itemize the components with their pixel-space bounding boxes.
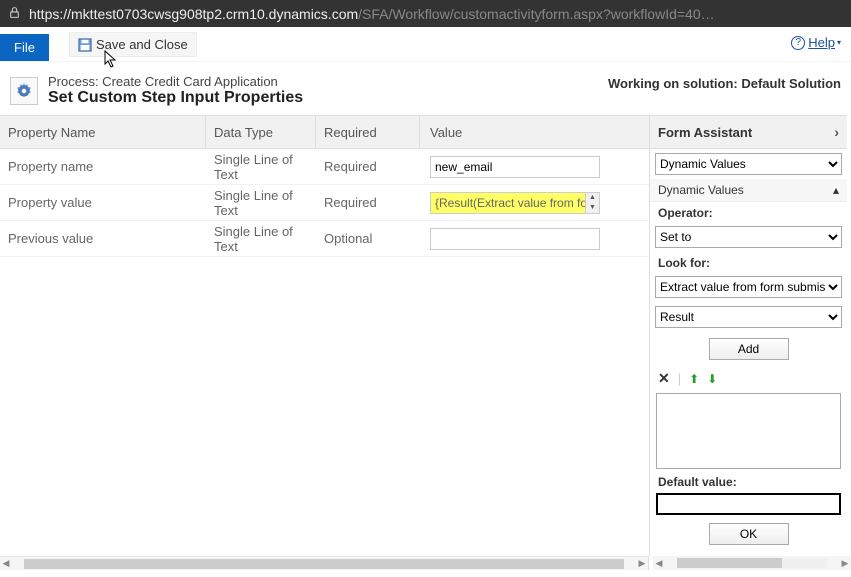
- save-icon: [78, 38, 92, 52]
- collapse-up-icon: ▴: [833, 183, 839, 197]
- grid-row: Previous value Single Line of Text Optio…: [0, 221, 649, 257]
- col-header-value[interactable]: Value: [420, 116, 649, 148]
- command-bar: File Save and Close ? Help ▾: [0, 27, 851, 62]
- help-label: Help: [808, 35, 835, 50]
- ok-button[interactable]: OK: [709, 523, 789, 545]
- default-value-label: Default value:: [650, 471, 847, 491]
- properties-grid: Property Name Data Type Required Value P…: [0, 115, 649, 556]
- process-name: Process: Create Credit Card Application: [48, 74, 303, 89]
- url-text: https://mkttest0703cwsg908tp2.crm10.dyna…: [29, 6, 715, 22]
- dynamic-values-type-select[interactable]: Dynamic Values: [655, 153, 842, 175]
- col-header-data-type[interactable]: Data Type: [206, 116, 316, 148]
- scroll-left-icon[interactable]: ◀: [653, 558, 665, 569]
- values-list-textarea[interactable]: [656, 393, 841, 469]
- cell-required: Required: [316, 185, 420, 220]
- value-input-property-name[interactable]: [430, 156, 600, 178]
- cell-required: Required: [316, 149, 420, 184]
- delete-icon[interactable]: ✕: [658, 370, 670, 387]
- add-button[interactable]: Add: [709, 338, 789, 360]
- separator: |: [678, 371, 681, 386]
- default-value-input[interactable]: [656, 493, 841, 515]
- help-icon: ?: [791, 36, 805, 50]
- look-for-field-select[interactable]: Result: [655, 306, 842, 328]
- form-assistant-pane: Form Assistant › Dynamic Values Dynamic …: [649, 115, 847, 556]
- scroll-right-icon[interactable]: ▶: [839, 558, 851, 569]
- value-list-toolbar: ✕ | ⬆ ⬇: [650, 366, 847, 391]
- grid-row: Property value Single Line of Text Requi…: [0, 185, 649, 221]
- help-link[interactable]: ? Help ▾: [791, 35, 841, 50]
- solution-label: Working on solution: Default Solution: [608, 76, 841, 91]
- form-assistant-header[interactable]: Form Assistant ›: [650, 115, 847, 149]
- chevron-down-icon[interactable]: ▼: [586, 203, 599, 213]
- look-for-label: Look for:: [650, 252, 847, 272]
- cell-property-name: Property name: [0, 149, 206, 184]
- cell-data-type: Single Line of Text: [206, 149, 316, 184]
- cell-required: Optional: [316, 221, 420, 256]
- save-and-close-button[interactable]: Save and Close: [69, 32, 197, 57]
- operator-label: Operator:: [650, 202, 847, 222]
- cell-data-type: Single Line of Text: [206, 221, 316, 256]
- scroll-left-icon[interactable]: ◀: [0, 558, 12, 569]
- value-input-previous-value[interactable]: [430, 228, 600, 250]
- scroll-right-icon[interactable]: ▶: [636, 558, 648, 569]
- lock-icon: [8, 6, 21, 22]
- page-title: Set Custom Step Input Properties: [48, 89, 303, 107]
- value-text: {Result(Extract value from form: [431, 193, 585, 213]
- spinner-arrows[interactable]: ▲▼: [585, 193, 599, 213]
- chevron-right-icon: ›: [834, 124, 839, 140]
- process-gear-icon: [10, 77, 38, 105]
- dynamic-values-label: Dynamic Values: [658, 183, 744, 197]
- move-down-icon[interactable]: ⬇: [707, 372, 717, 386]
- cell-data-type: Single Line of Text: [206, 185, 316, 220]
- page-header: Process: Create Credit Card Application …: [0, 62, 851, 115]
- grid-row: Property name Single Line of Text Requir…: [0, 149, 649, 185]
- left-horizontal-scrollbar[interactable]: ◀ ▶: [0, 556, 649, 570]
- save-and-close-label: Save and Close: [96, 37, 188, 52]
- value-input-property-value[interactable]: {Result(Extract value from form ▲▼: [430, 192, 600, 214]
- move-up-icon[interactable]: ⬆: [689, 372, 699, 386]
- cell-property-name: Property value: [0, 185, 206, 220]
- form-assistant-title: Form Assistant: [658, 125, 752, 140]
- file-menu-button[interactable]: File: [0, 34, 49, 61]
- chevron-down-icon: ▾: [837, 38, 841, 47]
- cell-property-name: Previous value: [0, 221, 206, 256]
- chevron-up-icon[interactable]: ▲: [586, 193, 599, 203]
- operator-select[interactable]: Set to: [655, 226, 842, 248]
- grid-header-row: Property Name Data Type Required Value: [0, 115, 649, 149]
- look-for-entity-select[interactable]: Extract value from form submission: [655, 276, 842, 298]
- col-header-required[interactable]: Required: [316, 116, 420, 148]
- dynamic-values-section[interactable]: Dynamic Values ▴: [650, 179, 847, 202]
- col-header-property-name[interactable]: Property Name: [0, 116, 206, 148]
- browser-url-bar: https://mkttest0703cwsg908tp2.crm10.dyna…: [0, 0, 851, 27]
- right-horizontal-scrollbar[interactable]: ◀ ▶: [653, 556, 851, 570]
